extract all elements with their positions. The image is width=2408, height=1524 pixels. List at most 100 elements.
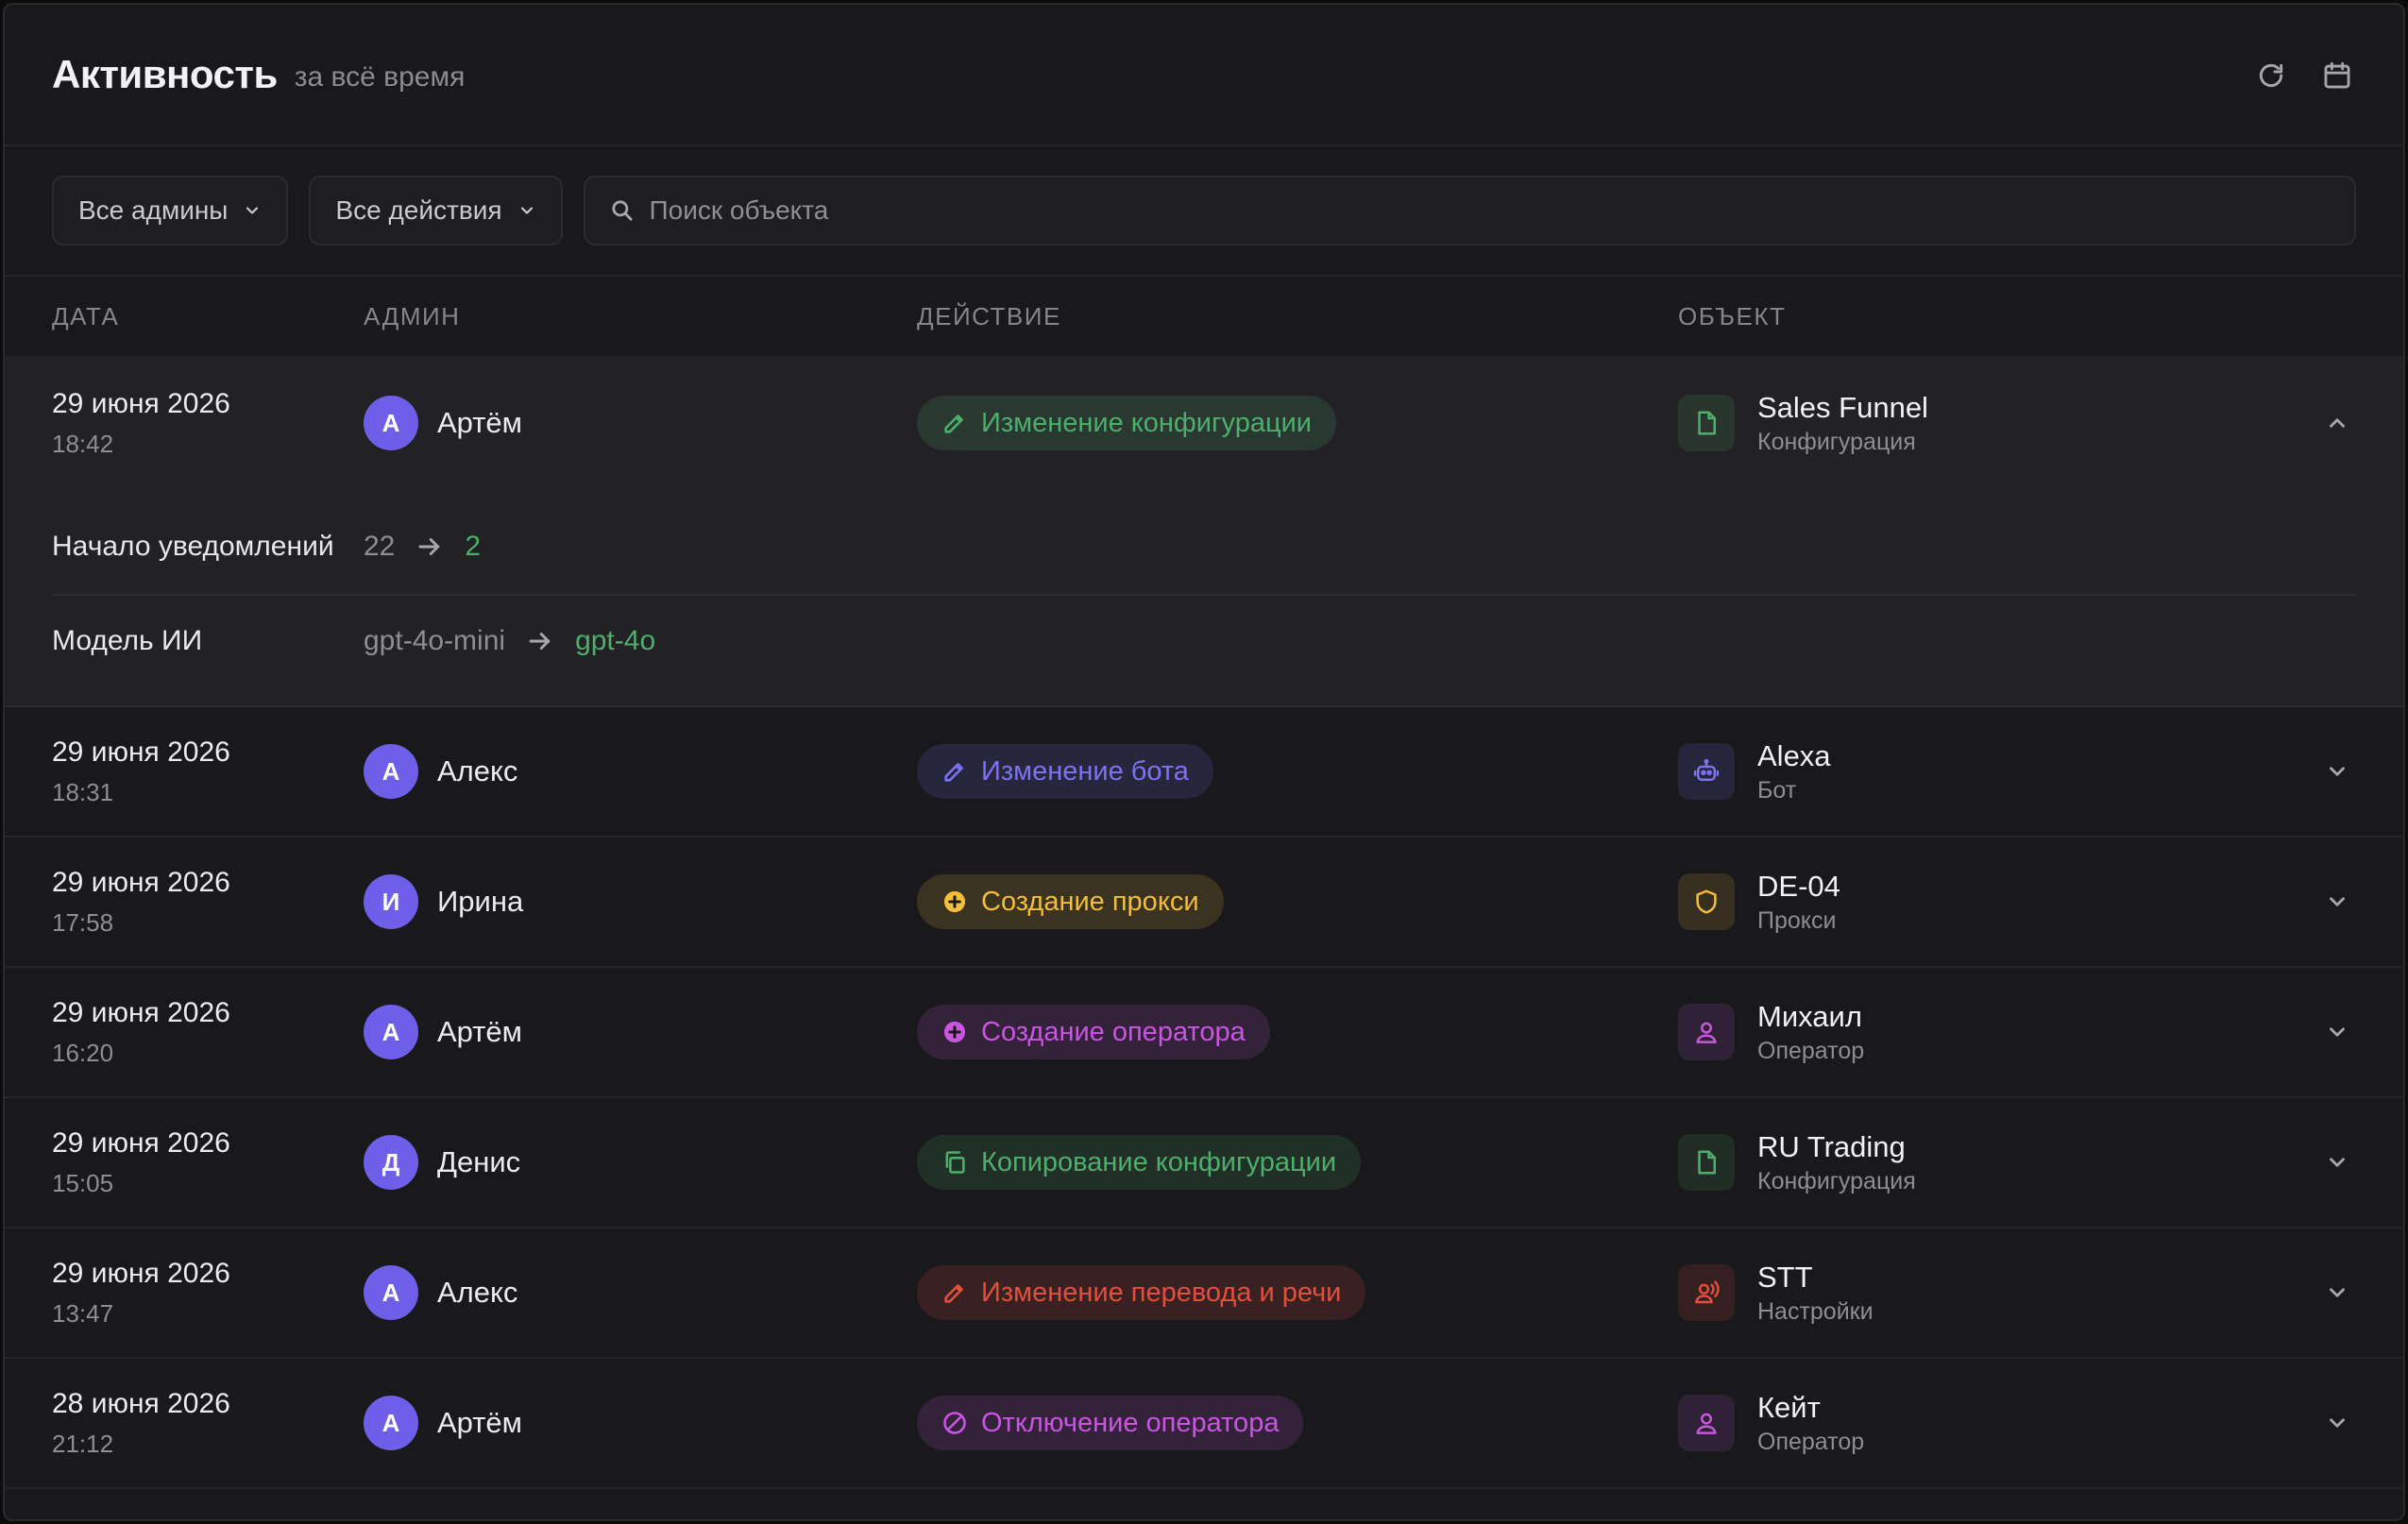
avatar: А [364, 1005, 418, 1059]
object-search-box[interactable] [583, 176, 2356, 246]
object-info: Михаил Оператор [1678, 1000, 2356, 1065]
action-cell: Изменение перевода и речи [917, 1265, 1678, 1320]
copy-icon [945, 1151, 965, 1174]
chevron-down-icon [520, 207, 533, 214]
object-name: Sales Funnel [1757, 390, 1928, 424]
object-info: STT Настройки [1678, 1261, 2356, 1326]
bot-object-icon-box [1678, 743, 1735, 800]
admin-cell: Д Денис [364, 1135, 917, 1190]
action-cell: Создание оператора [917, 1005, 1678, 1059]
arrow-right-icon-wrap [415, 533, 444, 561]
date-cell: 29 июня 2026 16:20 [52, 997, 364, 1068]
chevron-down-icon [2330, 1027, 2345, 1037]
calendar-icon [2324, 61, 2350, 89]
user-object-icon-box [1678, 1004, 1735, 1060]
object-info: Кейт Оператор [1678, 1391, 2356, 1456]
admin-name: Алекс [437, 754, 518, 787]
change-field-label: Модель ИИ [52, 625, 203, 656]
refresh-button[interactable] [2252, 57, 2290, 94]
expand-toggle-button[interactable] [2318, 753, 2356, 790]
expand-toggle-button[interactable] [2318, 1143, 2356, 1181]
row-date: 29 июня 2026 [52, 1257, 230, 1289]
change-values: 22 2 [364, 524, 481, 569]
new-value: 2 [465, 531, 482, 562]
action-cell: Создание прокси [917, 874, 1678, 929]
object-type: Конфигурация [1757, 428, 1916, 455]
admin-info: А Артём [364, 1396, 917, 1450]
object-info: Alexa Бот [1678, 739, 2356, 804]
column-header-admin[interactable]: АДМИН [364, 302, 917, 331]
page-subtitle: за всё время [294, 61, 466, 93]
admin-cell: А Артём [364, 1005, 917, 1059]
date-cell: 29 июня 2026 13:47 [52, 1258, 364, 1329]
row-date: 29 июня 2026 [52, 736, 230, 768]
change-values: gpt-4o-mini gpt-4o [364, 618, 655, 664]
action-cell: Изменение бота [917, 744, 1678, 799]
page-header: Активность за всё время [5, 5, 2403, 146]
object-search-input[interactable] [649, 195, 2330, 226]
pencil-icon [944, 1284, 963, 1303]
date-cell: 29 июня 2026 18:42 [52, 388, 364, 459]
avatar: Д [364, 1135, 418, 1190]
column-header-action[interactable]: ДЕЙСТВИЕ [917, 302, 1678, 331]
action-badge: Отключение оператора [917, 1396, 1304, 1450]
object-type: Бот [1757, 776, 1797, 804]
expand-toggle-button[interactable] [2318, 1013, 2356, 1051]
admin-cell: И Ирина [364, 874, 917, 929]
row-time: 13:47 [52, 1298, 114, 1328]
table-row[interactable]: 28 июня 2026 21:12 А Артём Отключение оп… [5, 1359, 2403, 1489]
action-badge: Изменение бота [917, 744, 1213, 799]
plus-circle-icon [943, 890, 966, 913]
pencil-icon [944, 415, 963, 433]
expand-toggle-button[interactable] [2318, 883, 2356, 921]
chevron-down-icon [2330, 1158, 2345, 1167]
speech-icon [1695, 1280, 1720, 1304]
object-type: Конфигурация [1757, 1167, 1916, 1194]
row-date: 28 июня 2026 [52, 1387, 230, 1419]
new-value: gpt-4o [575, 625, 656, 656]
expand-toggle-button[interactable] [2318, 1404, 2356, 1442]
arrow-right-icon [418, 538, 440, 555]
action-label: Изменение перевода и речи [981, 1277, 1342, 1308]
object-info: Sales Funnel Конфигурация [1678, 391, 2356, 456]
action-label: Изменение конфигурации [981, 407, 1312, 438]
user-object-icon-box [1678, 1395, 1735, 1451]
calendar-button[interactable] [2318, 57, 2356, 94]
admin-name: Артём [437, 1406, 522, 1439]
speech-object-icon-box [1678, 1264, 1735, 1321]
table-row[interactable]: 29 июня 2026 16:20 А Артём Создание опер… [5, 968, 2403, 1098]
shield-icon [1696, 889, 1717, 914]
row-time: 17:58 [52, 907, 114, 937]
admins-filter-dropdown[interactable]: Все админы [52, 176, 289, 246]
row-time: 18:42 [52, 429, 114, 458]
row-date: 29 июня 2026 [52, 387, 230, 419]
admins-filter-label: Все админы [78, 195, 229, 225]
table-row[interactable]: 29 июня 2026 15:05 Д Денис Копирование к… [5, 1098, 2403, 1228]
table-row[interactable]: 29 июня 2026 18:31 А Алекс Изменение бот… [5, 707, 2403, 838]
admin-info: А Артём [364, 1005, 917, 1059]
table-row[interactable]: 29 июня 2026 17:58 И Ирина Создание прок… [5, 838, 2403, 968]
row-date: 29 июня 2026 [52, 1126, 230, 1159]
page-title: Активность [52, 52, 278, 96]
action-badge: Создание оператора [917, 1005, 1270, 1059]
expand-toggle-button[interactable] [2318, 404, 2356, 442]
action-cell: Изменение конфигурации [917, 396, 1678, 450]
actions-filter-dropdown[interactable]: Все действия [309, 176, 563, 246]
chevron-up-icon [2330, 418, 2345, 428]
header-actions [2252, 57, 2356, 94]
column-header-date[interactable]: ДАТА [52, 302, 364, 331]
file-icon [1698, 1150, 1716, 1175]
action-label: Отключение оператора [981, 1407, 1280, 1438]
column-header-object[interactable]: ОБЪЕКТ [1678, 302, 2356, 331]
file-icon [1698, 411, 1716, 435]
object-cell: Alexa Бот [1678, 739, 2356, 804]
admin-info: А Алекс [364, 1265, 917, 1320]
table-row[interactable]: 29 июня 2026 13:47 А Алекс Изменение пер… [5, 1228, 2403, 1359]
chevron-down-icon [2330, 1288, 2345, 1297]
change-details: Начало уведомлений 22 2 Модель ИИ gpt-4o-min… [5, 488, 2403, 707]
row-date: 29 июня 2026 [52, 996, 230, 1028]
object-cell: Михаил Оператор [1678, 1000, 2356, 1065]
expand-toggle-button[interactable] [2318, 1274, 2356, 1312]
table-row[interactable]: 29 июня 2026 18:42 А Артём Изменение кон… [5, 358, 2403, 488]
object-name: DE-04 [1757, 869, 1840, 903]
